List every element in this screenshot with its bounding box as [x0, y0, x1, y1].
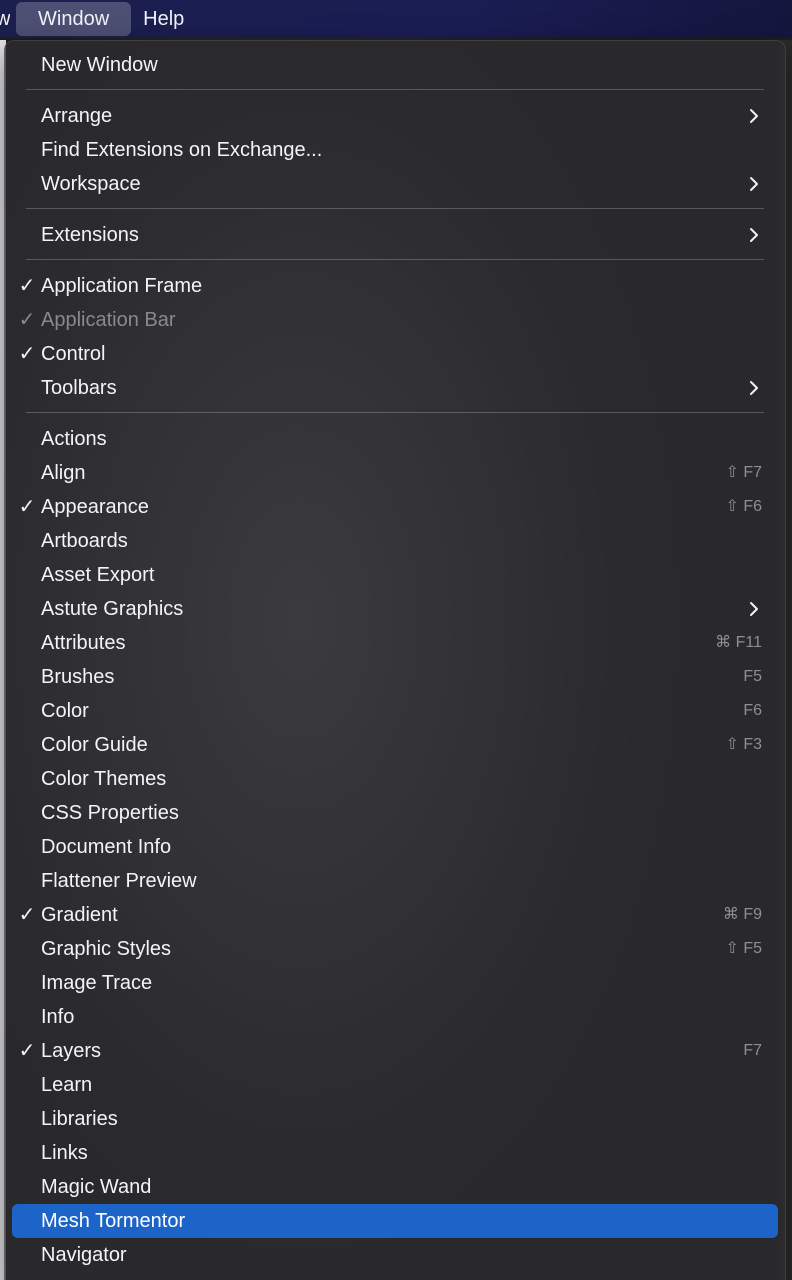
menu-item-shortcut: F6: [743, 702, 762, 719]
menu-item-links[interactable]: Links: [12, 1136, 778, 1170]
checkmark-icon: ✓: [18, 1040, 36, 1062]
menu-item-graphic-styles[interactable]: Graphic Styles ⇧ F5: [12, 932, 778, 966]
menu-item-css-properties[interactable]: CSS Properties: [12, 796, 778, 830]
menu-item-label: Libraries: [41, 1108, 118, 1130]
menubar-item-window[interactable]: Window: [16, 2, 132, 36]
chevron-right-icon: [750, 177, 758, 191]
menu-item-shortcut: ⇧ F6: [725, 498, 762, 515]
menu-item-info[interactable]: Info: [12, 1000, 778, 1034]
menu-item-control[interactable]: ✓ Control: [12, 337, 778, 371]
menu-bar: w Window Help: [0, 0, 792, 38]
menu-item-application-frame[interactable]: ✓ Application Frame: [12, 269, 778, 303]
menu-item-astute-graphics[interactable]: Astute Graphics: [12, 592, 778, 626]
menu-item-arrange[interactable]: Arrange: [12, 99, 778, 133]
menu-item-label: Artboards: [41, 530, 128, 552]
menu-item-actions[interactable]: Actions: [12, 422, 778, 456]
menu-item-shortcut: ⇧ F3: [725, 736, 762, 753]
menu-item-mesh-tormentor[interactable]: Mesh Tormentor: [12, 1204, 778, 1238]
menu-item-label: Image Trace: [41, 972, 153, 994]
menu-item-toolbars[interactable]: Toolbars: [12, 371, 778, 405]
menu-item-document-info[interactable]: Document Info: [12, 830, 778, 864]
menu-item-attributes[interactable]: Attributes ⌘ F11: [12, 626, 778, 660]
menu-item-label: Color Themes: [41, 768, 167, 790]
menu-item-label: Magic Wand: [41, 1176, 152, 1198]
menu-item-label: Color: [41, 700, 89, 722]
menu-separator: [26, 259, 764, 260]
menu-item-label: New Window: [41, 54, 158, 76]
menu-separator: [26, 412, 764, 413]
menu-item-learn[interactable]: Learn: [12, 1068, 778, 1102]
menu-item-label: Mesh Tormentor: [41, 1210, 186, 1232]
menu-item-label: Arrange: [41, 105, 113, 127]
menu-item-label: Color Guide: [41, 734, 148, 756]
menu-item-label: Layers: [41, 1040, 102, 1062]
menu-item-navigator[interactable]: Navigator: [12, 1238, 778, 1272]
menu-item-label: Workspace: [41, 173, 141, 195]
menu-item-align[interactable]: Align ⇧ F7: [12, 456, 778, 490]
menu-item-label: Learn: [41, 1074, 93, 1096]
menu-item-application-bar: ✓ Application Bar: [12, 303, 778, 337]
window-menu-dropdown: New Window Arrange Find Extensions on Exch…: [4, 40, 786, 1280]
menu-item-shortcut: ⌘ F9: [722, 906, 762, 923]
menu-item-shortcut: F5: [743, 668, 762, 685]
menu-item-shortcut: ⌘ F11: [715, 634, 762, 651]
menu-item-label: Links: [41, 1142, 88, 1164]
menu-item-label: Attributes: [41, 632, 126, 654]
menu-item-label: Toolbars: [41, 377, 117, 399]
menu-item-workspace[interactable]: Workspace: [12, 167, 778, 201]
menu-item-layers[interactable]: ✓ Layers F7: [12, 1034, 778, 1068]
menu-item-artboards[interactable]: Artboards: [12, 524, 778, 558]
checkmark-icon: ✓: [18, 904, 36, 926]
checkmark-icon: ✓: [18, 309, 36, 331]
menu-item-find-extensions-on-exchange[interactable]: Find Extensions on Exchange...: [12, 133, 778, 167]
menubar-item-help[interactable]: Help: [131, 2, 196, 36]
menu-item-label: Graphic Styles: [41, 938, 172, 960]
menu-item-shortcut: ⇧ F7: [725, 464, 762, 481]
menu-item-shortcut: ⇧ F5: [725, 940, 762, 957]
menu-item-image-trace[interactable]: Image Trace: [12, 966, 778, 1000]
menu-item-label: Application Frame: [41, 275, 203, 297]
menu-item-flattener-preview[interactable]: Flattener Preview: [12, 864, 778, 898]
menu-item-label: Find Extensions on Exchange...: [41, 139, 323, 161]
menu-item-brushes[interactable]: Brushes F5: [12, 660, 778, 694]
checkmark-icon: ✓: [18, 343, 36, 365]
checkmark-icon: ✓: [18, 275, 36, 297]
menu-item-libraries[interactable]: Libraries: [12, 1102, 778, 1136]
menu-item-asset-export[interactable]: Asset Export: [12, 558, 778, 592]
menu-item-extensions[interactable]: Extensions: [12, 218, 778, 252]
menu-item-color-guide[interactable]: Color Guide ⇧ F3: [12, 728, 778, 762]
menu-separator: [26, 208, 764, 209]
menu-item-label: Astute Graphics: [41, 598, 184, 620]
menu-item-shortcut: F7: [743, 1042, 762, 1059]
menu-item-label: Flattener Preview: [41, 870, 197, 892]
menu-item-color[interactable]: Color F6: [12, 694, 778, 728]
menu-item-label: Application Bar: [41, 309, 176, 331]
menu-item-label: Control: [41, 343, 106, 365]
menu-item-new-window[interactable]: New Window: [12, 48, 778, 82]
menu-item-label: Document Info: [41, 836, 172, 858]
menu-item-label: CSS Properties: [41, 802, 179, 824]
chevron-right-icon: [750, 381, 758, 395]
menu-item-magic-wand[interactable]: Magic Wand: [12, 1170, 778, 1204]
menu-item-gradient[interactable]: ✓ Gradient ⌘ F9: [12, 898, 778, 932]
menu-item-appearance[interactable]: ✓ Appearance ⇧ F6: [12, 490, 778, 524]
menu-item-label: Brushes: [41, 666, 115, 688]
menu-separator: [26, 89, 764, 90]
menu-item-label: Info: [41, 1006, 75, 1028]
menu-item-label: Extensions: [41, 224, 139, 246]
menubar-item-partial[interactable]: w: [0, 2, 10, 36]
menu-item-label: Actions: [41, 428, 107, 450]
checkmark-icon: ✓: [18, 496, 36, 518]
menu-item-label: Align: [41, 462, 86, 484]
chevron-right-icon: [750, 602, 758, 616]
menu-item-label: Appearance: [41, 496, 149, 518]
chevron-right-icon: [750, 109, 758, 123]
menu-item-label: Navigator: [41, 1244, 127, 1266]
menu-item-color-themes[interactable]: Color Themes: [12, 762, 778, 796]
menu-item-label: Asset Export: [41, 564, 155, 586]
menu-item-label: Gradient: [41, 904, 118, 926]
chevron-right-icon: [750, 228, 758, 242]
